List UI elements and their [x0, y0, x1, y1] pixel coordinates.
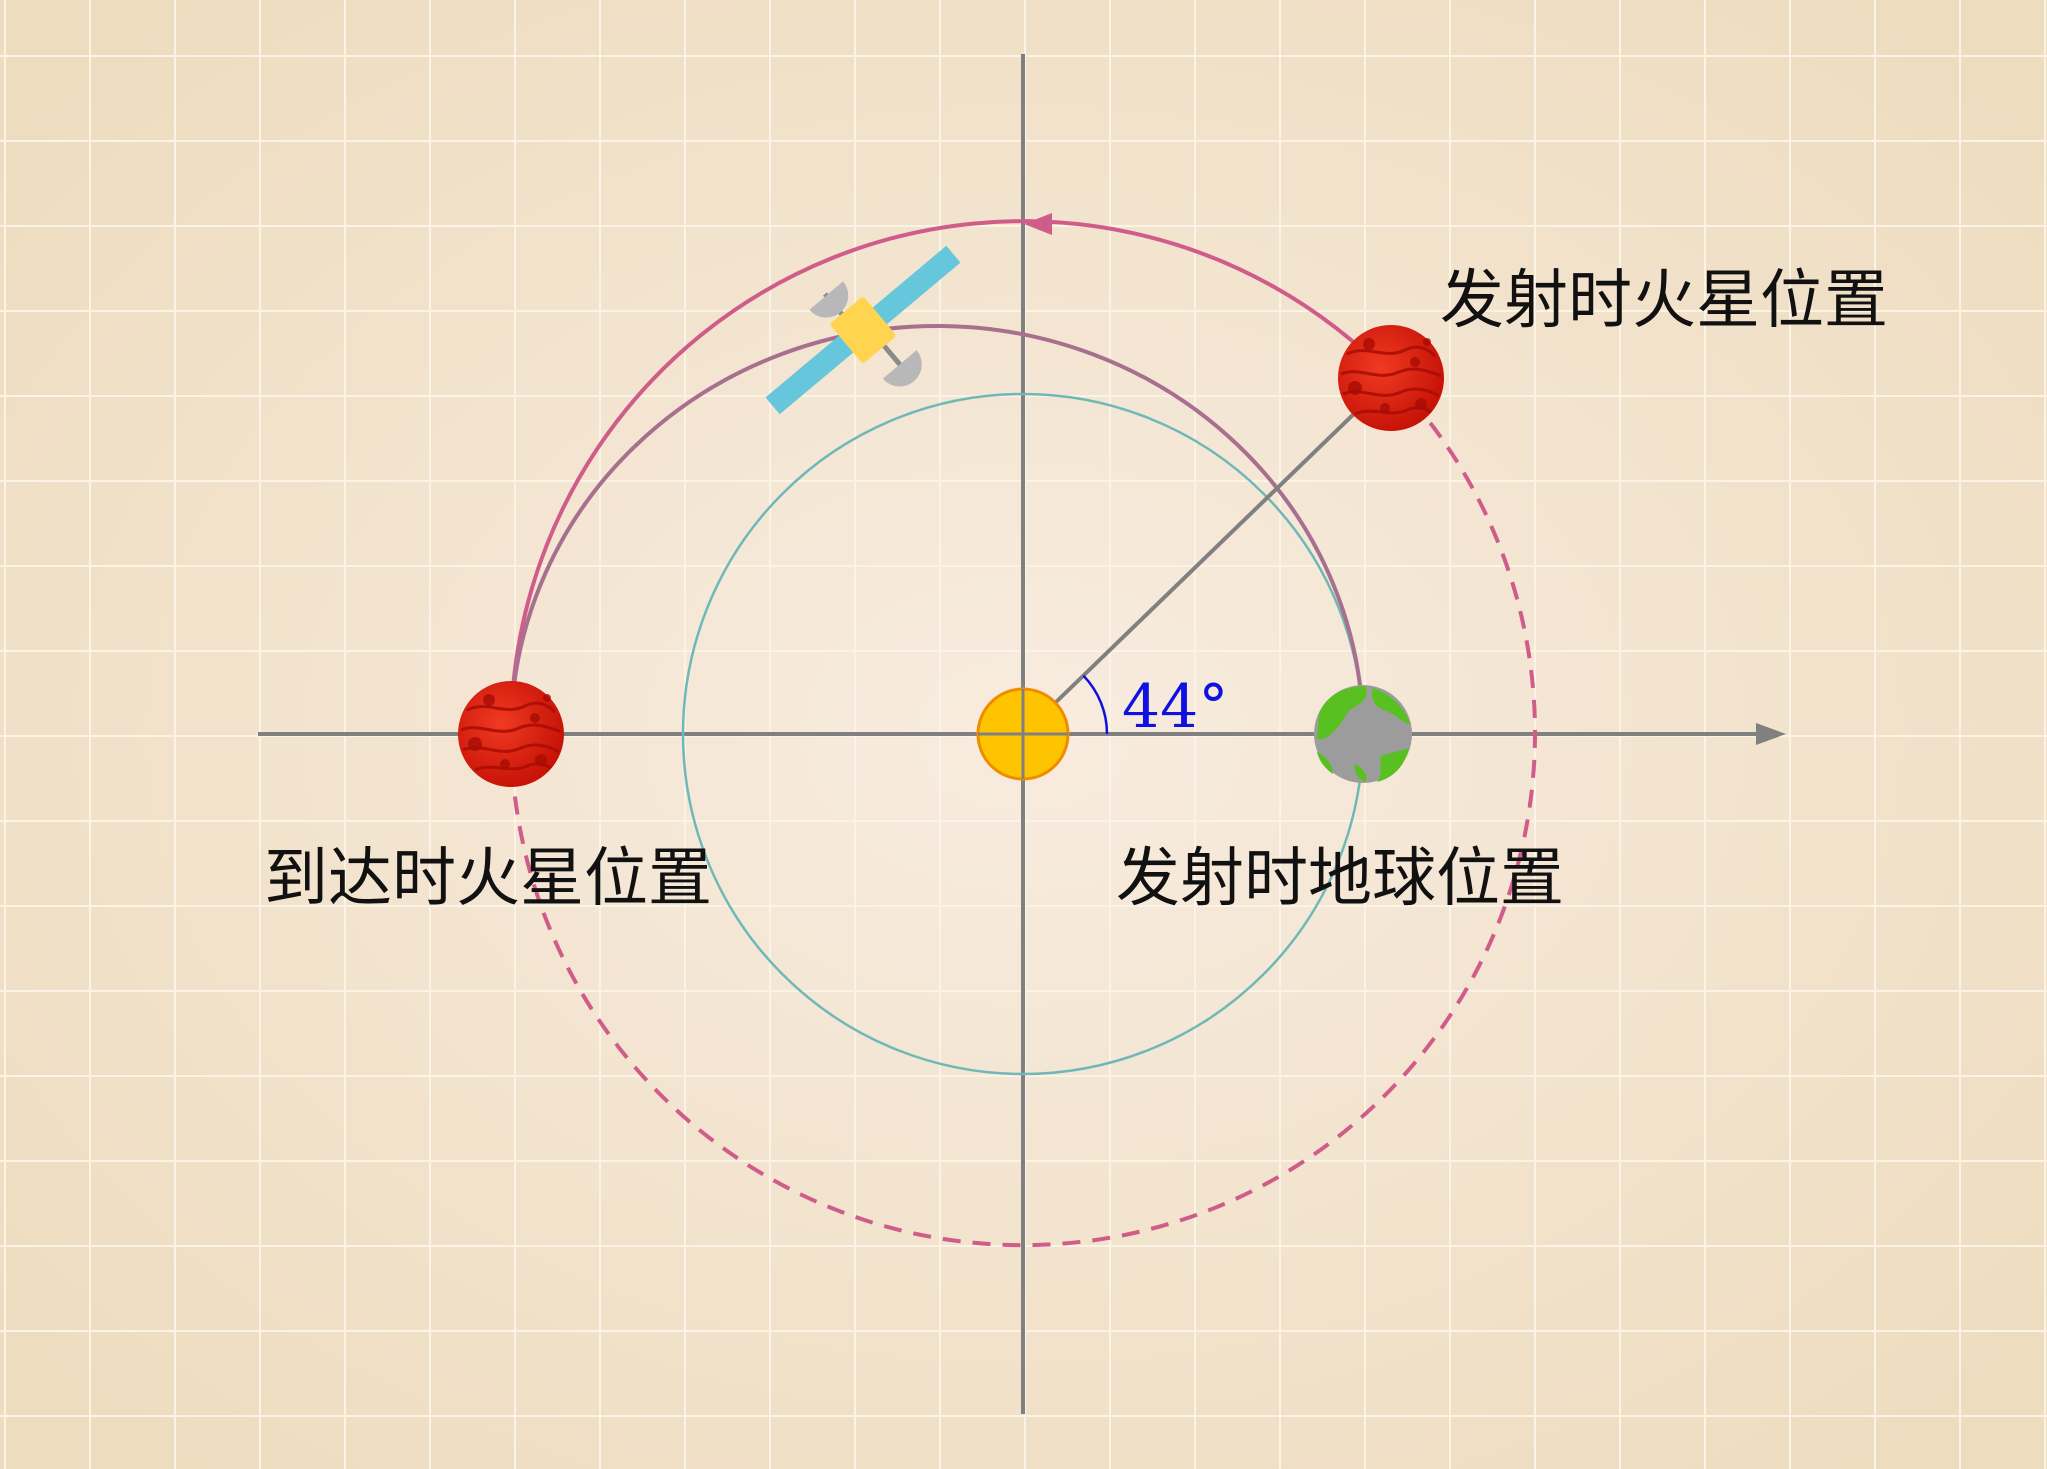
launch-earth-label: 发射时地球位置 [1116, 842, 1564, 916]
mars-icon [1338, 325, 1444, 431]
mars-icon [458, 681, 564, 787]
launch-mars-label: 发射时火星位置 [1440, 264, 1888, 338]
arrival-mars-label: 到达时火星位置 [264, 842, 712, 916]
hohmann-transfer-diagram: 44° 发射时火星位置 到达时火星位置 发射时地球位置 [0, 0, 2047, 1469]
angle-label: 44° [1122, 672, 1228, 742]
earth-icon [1314, 685, 1412, 783]
sun-icon [976, 687, 1070, 781]
